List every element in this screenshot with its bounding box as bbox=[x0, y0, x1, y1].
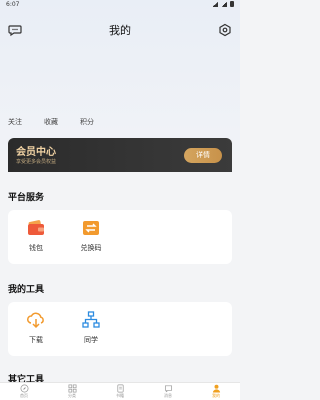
nav-home-label: 首页 bbox=[20, 393, 28, 398]
tool-wallet-label: 钱包 bbox=[29, 244, 43, 252]
tool-voucher-label: 兑换码 bbox=[80, 244, 102, 252]
person-icon bbox=[212, 384, 220, 393]
stat-points[interactable]: 积分 bbox=[80, 117, 94, 127]
vip-subtitle: 享受更多会员权益 bbox=[16, 159, 57, 165]
nav-messages-label: 消息 bbox=[164, 393, 172, 398]
grid-icon bbox=[68, 384, 76, 393]
section-title-platform-services: 平台服务 bbox=[8, 193, 45, 203]
chat-icon bbox=[164, 385, 172, 393]
cloud-download-icon bbox=[27, 312, 44, 329]
battery-icon bbox=[230, 1, 234, 7]
tool-classmates-label: 同学 bbox=[84, 336, 98, 344]
tool-download-label: 下载 bbox=[29, 336, 43, 344]
tools-panel: 平台服务 钱包 兑换码 我的工具 下载 同学 其它工具 bbox=[0, 172, 240, 400]
platform-services-card: 钱包 兑换码 bbox=[8, 210, 232, 264]
bottom-navigation: 首页 分类 书籍 消息 我的 bbox=[0, 382, 240, 400]
app-header: 我的 bbox=[0, 20, 240, 40]
settings-icon[interactable] bbox=[218, 23, 232, 37]
my-tools-card: 下载 同学 bbox=[8, 302, 232, 356]
book-icon bbox=[116, 384, 124, 393]
vip-title: 会员中心 bbox=[16, 147, 56, 158]
nav-home[interactable]: 首页 bbox=[0, 383, 48, 400]
nav-books[interactable]: 书籍 bbox=[96, 383, 144, 400]
tool-classmates[interactable]: 同学 bbox=[71, 310, 111, 345]
vip-details-button[interactable]: 详情 bbox=[184, 148, 222, 163]
vip-card[interactable]: 会员中心 享受更多会员权益 详情 bbox=[8, 138, 232, 172]
network-icon bbox=[82, 311, 100, 328]
user-stats: 关注 收藏 积分 bbox=[8, 117, 116, 127]
nav-category-label: 分类 bbox=[68, 393, 76, 398]
nav-messages[interactable]: 消息 bbox=[144, 383, 192, 400]
nav-mine[interactable]: 我的 bbox=[192, 383, 240, 400]
status-time: 6:07 bbox=[6, 1, 20, 8]
stat-favorites[interactable]: 收藏 bbox=[44, 117, 58, 127]
page-title: 我的 bbox=[109, 24, 131, 37]
nav-mine-label: 我的 bbox=[212, 393, 220, 398]
nav-category[interactable]: 分类 bbox=[48, 383, 96, 400]
wifi-icon bbox=[212, 1, 218, 7]
tool-download[interactable]: 下载 bbox=[16, 310, 56, 345]
status-indicators bbox=[212, 1, 234, 7]
tool-voucher[interactable]: 兑换码 bbox=[71, 218, 111, 253]
compass-icon bbox=[20, 384, 28, 393]
status-bar: 6:07 bbox=[0, 0, 240, 10]
signal-icon bbox=[221, 1, 227, 7]
voucher-icon bbox=[83, 221, 99, 235]
section-title-my-tools: 我的工具 bbox=[8, 285, 45, 295]
nav-books-label: 书籍 bbox=[116, 393, 124, 398]
wallet-icon bbox=[28, 220, 44, 235]
stat-follow[interactable]: 关注 bbox=[8, 117, 22, 127]
tool-wallet[interactable]: 钱包 bbox=[16, 218, 56, 253]
